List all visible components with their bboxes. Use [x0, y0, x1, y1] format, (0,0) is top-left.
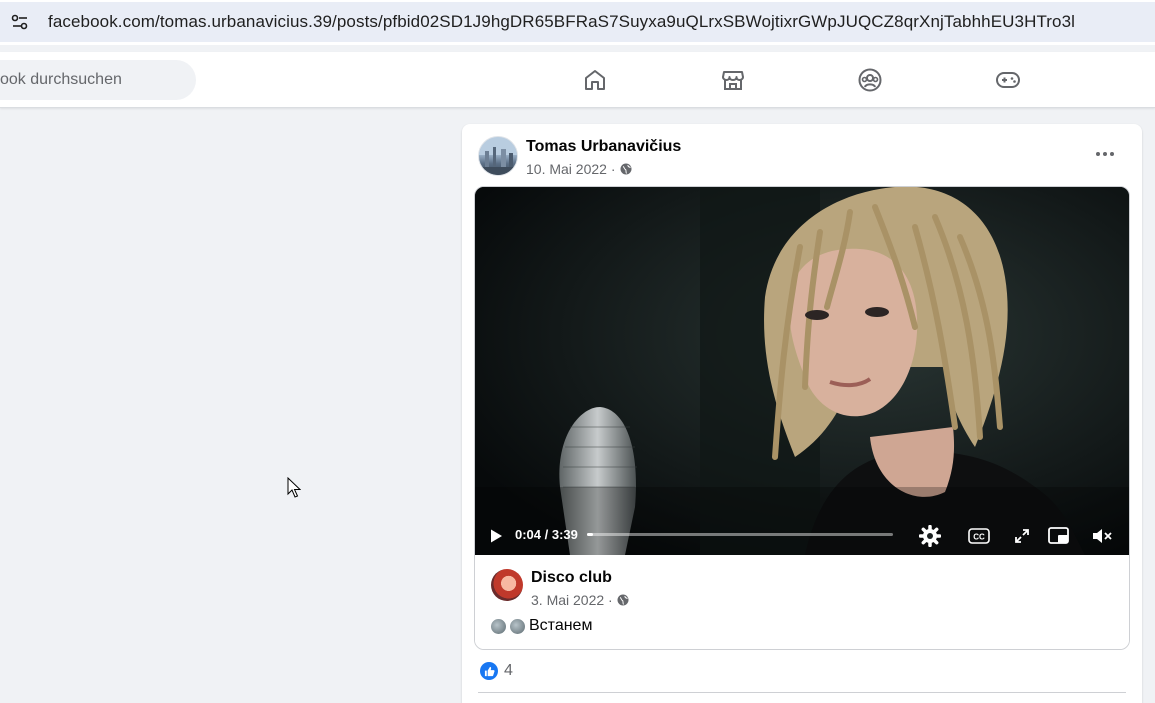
shared-author-name[interactable]: Disco club: [531, 569, 612, 587]
divider: [478, 692, 1126, 693]
marketplace-icon[interactable]: [717, 64, 749, 96]
shared-post-caption: Встанем: [529, 617, 593, 634]
address-bar[interactable]: facebook.com/tomas.urbanavicius.39/posts…: [0, 2, 1155, 42]
post-author-name[interactable]: Tomas Urbanavičius: [526, 138, 681, 156]
author-avatar[interactable]: [478, 136, 518, 176]
video-player[interactable]: 0:04 / 3:39 CC: [475, 187, 1129, 555]
mouse-cursor-icon: [287, 477, 301, 498]
groups-icon[interactable]: [854, 64, 886, 96]
miniplayer-icon[interactable]: [1046, 523, 1072, 549]
reaction-summary[interactable]: 4: [480, 662, 513, 680]
shared-post: 0:04 / 3:39 CC Disco club 3. Mai 2022 · …: [474, 186, 1130, 650]
gaming-icon[interactable]: [992, 64, 1024, 96]
svg-text:CC: CC: [973, 533, 985, 542]
post-date[interactable]: 10. Mai 2022 ·: [526, 161, 616, 177]
emoji-icon: [510, 618, 525, 634]
settings-gear-icon[interactable]: [917, 523, 943, 549]
video-frame: [475, 187, 1129, 555]
facebook-header: ook durchsuchen: [0, 52, 1155, 108]
play-icon[interactable]: [483, 523, 509, 549]
home-icon[interactable]: [579, 64, 611, 96]
search-input[interactable]: ook durchsuchen: [0, 60, 196, 100]
search-placeholder: ook durchsuchen: [0, 71, 122, 88]
shared-post-body: Disco club 3. Mai 2022 · Встанем: [475, 555, 1129, 649]
fullscreen-icon[interactable]: [1009, 523, 1035, 549]
like-reaction-icon: [480, 662, 498, 680]
video-progress-fill: [587, 533, 593, 536]
shared-post-meta: 3. Mai 2022 ·: [531, 592, 629, 608]
reaction-count: 4: [504, 662, 513, 679]
globe-icon: [617, 594, 629, 606]
video-progress-bar[interactable]: [587, 533, 893, 536]
shared-post-text: Встанем: [491, 617, 592, 635]
url-text[interactable]: facebook.com/tomas.urbanavicius.39/posts…: [48, 12, 1075, 32]
browser-toolbar: facebook.com/tomas.urbanavicius.39/posts…: [0, 0, 1155, 45]
post-meta: 10. Mai 2022 ·: [526, 161, 632, 177]
shared-author-avatar[interactable]: [491, 569, 523, 601]
more-options-icon[interactable]: [1090, 144, 1120, 164]
post-card: Tomas Urbanavičius 10. Mai 2022 · 0:04 /…: [462, 124, 1142, 703]
globe-icon: [620, 163, 631, 175]
mute-icon[interactable]: [1089, 523, 1115, 549]
captions-icon[interactable]: CC: [966, 523, 992, 549]
site-settings-icon[interactable]: [0, 2, 40, 42]
video-controls: 0:04 / 3:39 CC: [475, 517, 1129, 555]
video-time: 0:04 / 3:39: [515, 527, 578, 542]
shared-post-date[interactable]: 3. Mai 2022 ·: [531, 592, 613, 608]
emoji-icon: [491, 618, 506, 634]
